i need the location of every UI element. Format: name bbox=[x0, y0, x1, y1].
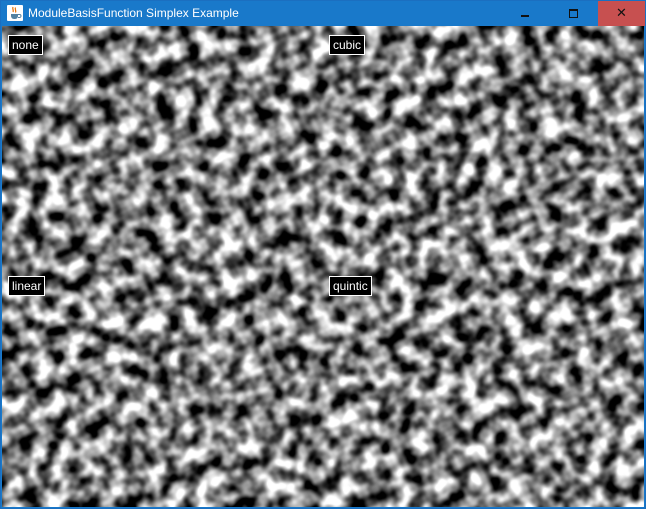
label-none: none bbox=[8, 35, 43, 55]
simplex-noise-image bbox=[2, 26, 644, 507]
title-bar[interactable]: ModuleBasisFunction Simplex Example ✕ bbox=[1, 1, 645, 26]
window-title: ModuleBasisFunction Simplex Example bbox=[28, 6, 239, 20]
label-linear: linear bbox=[8, 276, 46, 296]
close-icon: ✕ bbox=[616, 6, 627, 21]
label-cubic: cubic bbox=[329, 35, 366, 55]
close-button[interactable]: ✕ bbox=[598, 1, 645, 26]
java-coffee-cup-icon bbox=[7, 5, 23, 21]
maximize-icon bbox=[568, 9, 578, 18]
minimize-icon bbox=[521, 14, 529, 17]
maximize-button[interactable] bbox=[553, 1, 593, 26]
app-window: ModuleBasisFunction Simplex Example ✕ no… bbox=[0, 0, 646, 509]
render-canvas-area: none cubic linear quintic bbox=[2, 26, 644, 507]
label-quintic: quintic bbox=[329, 276, 372, 296]
minimize-button[interactable] bbox=[505, 1, 545, 26]
